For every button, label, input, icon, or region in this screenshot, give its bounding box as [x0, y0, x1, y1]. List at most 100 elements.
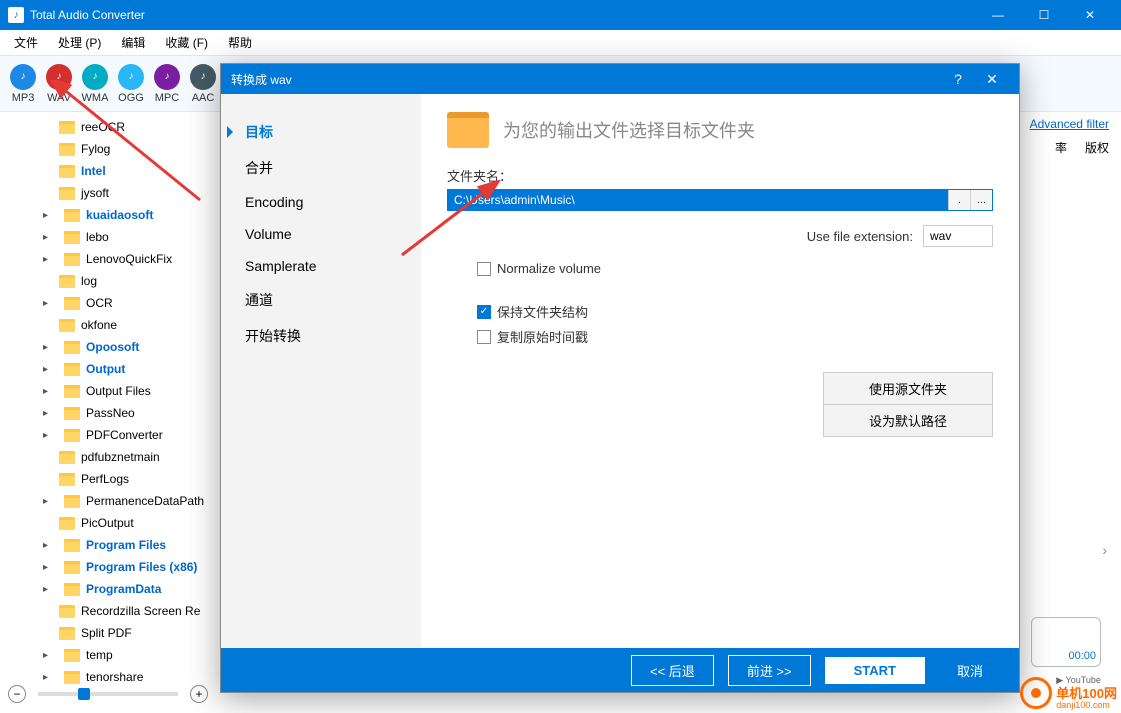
- path-up-button[interactable]: .: [948, 190, 970, 210]
- close-button[interactable]: ✕: [1067, 0, 1113, 30]
- tree-item[interactable]: ProgramData: [4, 578, 221, 600]
- sidebar-item[interactable]: 开始转换: [221, 318, 421, 354]
- sidebar-item[interactable]: 通道: [221, 282, 421, 318]
- col-copyright[interactable]: 版权: [1085, 139, 1109, 156]
- tree-item[interactable]: PerfLogs: [4, 468, 221, 490]
- tree-item-label: PerfLogs: [81, 472, 129, 486]
- tree-item[interactable]: log: [4, 270, 221, 292]
- menu-process[interactable]: 处理 (P): [50, 32, 109, 53]
- dialog-help-button[interactable]: ?: [941, 64, 975, 94]
- normalize-checkbox[interactable]: [477, 262, 491, 276]
- keep-structure-row[interactable]: ✓ 保持文件夹结构: [477, 302, 993, 321]
- sidebar-item[interactable]: 合并: [221, 150, 421, 186]
- slider-thumb[interactable]: [78, 688, 90, 700]
- normalize-row[interactable]: Normalize volume: [477, 261, 993, 276]
- folder-icon: [59, 143, 75, 156]
- column-headers: 率 版权: [1055, 136, 1121, 158]
- keep-structure-checkbox[interactable]: ✓: [477, 305, 491, 319]
- zoom-slider[interactable]: [38, 692, 178, 696]
- dialog-main: 为您的输出文件选择目标文件夹 文件夹名： . ... Use file exte…: [421, 94, 1019, 648]
- tree-item[interactable]: lebo: [4, 226, 221, 248]
- set-default-button[interactable]: 设为默认路径: [823, 404, 993, 437]
- use-extension-label: Use file extension:: [807, 229, 913, 244]
- tree-item[interactable]: OCR: [4, 292, 221, 314]
- zoom-bar: − +: [8, 685, 208, 703]
- copy-timestamp-checkbox[interactable]: [477, 330, 491, 344]
- format-label: MP3: [12, 92, 35, 104]
- tree-item-label: Fylog: [81, 142, 110, 156]
- keep-structure-label: 保持文件夹结构: [497, 302, 588, 321]
- tree-item[interactable]: temp: [4, 644, 221, 666]
- menu-favorites[interactable]: 收藏 (F): [157, 32, 216, 53]
- menu-help[interactable]: 帮助: [220, 32, 260, 53]
- use-source-button[interactable]: 使用源文件夹: [823, 372, 993, 404]
- sidebar-item[interactable]: Encoding: [221, 186, 421, 218]
- tree-item[interactable]: LenovoQuickFix: [4, 248, 221, 270]
- zoom-out-button[interactable]: −: [8, 685, 26, 703]
- tree-item[interactable]: pdfubznetmain: [4, 446, 221, 468]
- sidebar-item[interactable]: Volume: [221, 218, 421, 250]
- tree-item[interactable]: Output Files: [4, 380, 221, 402]
- tree-item[interactable]: Program Files: [4, 534, 221, 556]
- format-mpc-button[interactable]: ♪MPC: [150, 64, 184, 104]
- folder-icon: [59, 473, 75, 486]
- tree-item-label: temp: [86, 648, 113, 662]
- folder-icon: [59, 165, 75, 178]
- folder-icon: [64, 495, 80, 508]
- cancel-button[interactable]: 取消: [939, 656, 1001, 685]
- tree-item[interactable]: okfone: [4, 314, 221, 336]
- folder-tree[interactable]: reeOCR Fylog Intel jysoftkuaidaosoftleboLen…: [0, 112, 225, 713]
- tree-item[interactable]: Opoosoft: [4, 336, 221, 358]
- app-icon: ♪: [8, 7, 24, 23]
- format-icon: ♪: [46, 64, 72, 90]
- sidebar-item[interactable]: Samplerate: [221, 250, 421, 282]
- zoom-in-button[interactable]: +: [190, 685, 208, 703]
- dialog-titlebar: 转换成 wav ? ✕: [221, 64, 1019, 94]
- forward-button[interactable]: 前进 >>: [728, 655, 811, 686]
- tree-item[interactable]: kuaidaosoft: [4, 204, 221, 226]
- output-path-input[interactable]: [448, 190, 948, 210]
- tree-item[interactable]: Output: [4, 358, 221, 380]
- tree-item[interactable]: PDFConverter: [4, 424, 221, 446]
- menu-edit[interactable]: 编辑: [113, 32, 153, 53]
- tree-item[interactable]: Split PDF: [4, 622, 221, 644]
- menu-file[interactable]: 文件: [6, 32, 46, 53]
- format-ogg-button[interactable]: ♪OGG: [114, 64, 148, 104]
- tree-item-label: Intel: [81, 164, 106, 178]
- tree-item[interactable]: Program Files (x86): [4, 556, 221, 578]
- folder-icon: [64, 341, 80, 354]
- tree-item[interactable]: Intel: [4, 160, 221, 182]
- dialog-close-button[interactable]: ✕: [975, 64, 1009, 94]
- tree-item[interactable]: reeOCR: [4, 116, 221, 138]
- folder-icon: [59, 627, 75, 640]
- pager-next-icon[interactable]: ›: [1102, 542, 1107, 558]
- start-button[interactable]: START: [825, 657, 925, 684]
- col-rate[interactable]: 率: [1055, 139, 1067, 156]
- watermark-en: danji100.com: [1056, 701, 1117, 711]
- sidebar-item[interactable]: 目标: [221, 114, 421, 150]
- folder-icon: [64, 429, 80, 442]
- folder-icon: [64, 407, 80, 420]
- advanced-filter-link[interactable]: Advanced filter: [1030, 117, 1109, 131]
- path-input-group: . ...: [447, 189, 993, 211]
- tree-item[interactable]: PicOutput: [4, 512, 221, 534]
- tree-item-label: OCR: [86, 296, 113, 310]
- tree-item[interactable]: PassNeo: [4, 402, 221, 424]
- tree-item[interactable]: Recordzilla Screen Re: [4, 600, 221, 622]
- back-button[interactable]: << 后退: [631, 655, 714, 686]
- path-buttons: 使用源文件夹 设为默认路径: [447, 372, 993, 437]
- extension-input[interactable]: [923, 225, 993, 247]
- tree-item[interactable]: PermanenceDataPath: [4, 490, 221, 512]
- format-wav-button[interactable]: ♪WAV: [42, 64, 76, 104]
- browse-button[interactable]: ...: [970, 190, 992, 210]
- watermark: ▶ YouTube 单机100网 danji100.com: [1020, 676, 1117, 711]
- tree-item[interactable]: jysoft: [4, 182, 221, 204]
- maximize-button[interactable]: ☐: [1021, 0, 1067, 30]
- format-wma-button[interactable]: ♪WMA: [78, 64, 112, 104]
- copy-timestamp-row[interactable]: 复制原始时间戳: [477, 327, 993, 346]
- tree-item-label: reeOCR: [81, 120, 125, 134]
- tree-item[interactable]: Fylog: [4, 138, 221, 160]
- format-mp3-button[interactable]: ♪MP3: [6, 64, 40, 104]
- minimize-button[interactable]: —: [975, 0, 1021, 30]
- format-aac-button[interactable]: ♪AAC: [186, 64, 220, 104]
